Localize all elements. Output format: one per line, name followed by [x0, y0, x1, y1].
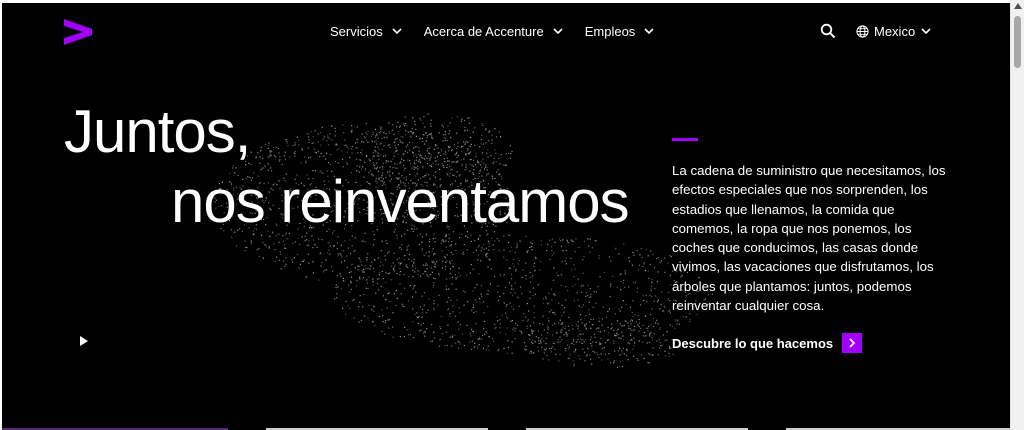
chevron-down-icon	[921, 28, 931, 35]
accent-divider	[672, 138, 698, 141]
cta-label: Descubre lo que hacemos	[672, 335, 834, 351]
chevron-down-icon	[392, 28, 402, 35]
nav-item-empleos[interactable]: Empleos	[585, 22, 655, 40]
locale-selector[interactable]: Mexico	[856, 22, 931, 40]
hero-headline-line1: Juntos,	[64, 98, 251, 165]
discover-cta-link[interactable]: Descubre lo que hacemos	[672, 333, 863, 353]
nav-item-label: Acerca de Accenture	[423, 23, 544, 39]
chevron-down-icon	[553, 28, 563, 35]
nav-item-label: Servicios	[330, 23, 383, 39]
scrollbar-thumb[interactable]	[1014, 16, 1021, 68]
globe-icon	[856, 24, 869, 38]
hero-description: La cadena de suministro que necesitamos,…	[672, 163, 946, 314]
hero-headline-line2: nos reinventamos	[171, 168, 630, 235]
nav-item-servicios[interactable]: Servicios	[330, 22, 402, 40]
play-icon[interactable]	[76, 333, 92, 349]
hero-viewport: Servicios Acerca de Accenture Empleos Me…	[2, 3, 1010, 430]
scroll-up-arrow-icon[interactable]	[1014, 3, 1022, 9]
chevron-down-icon	[644, 28, 654, 35]
main-nav: Servicios Acerca de Accenture Empleos	[330, 22, 676, 40]
locale-label: Mexico	[874, 23, 916, 39]
page-scrollbar[interactable]	[1010, 0, 1024, 430]
nav-item-acerca[interactable]: Acerca de Accenture	[424, 22, 563, 40]
search-icon[interactable]	[820, 23, 836, 39]
accenture-logo-icon[interactable]	[64, 19, 92, 45]
nav-item-label: Empleos	[584, 23, 636, 39]
chevron-right-icon	[842, 333, 863, 353]
